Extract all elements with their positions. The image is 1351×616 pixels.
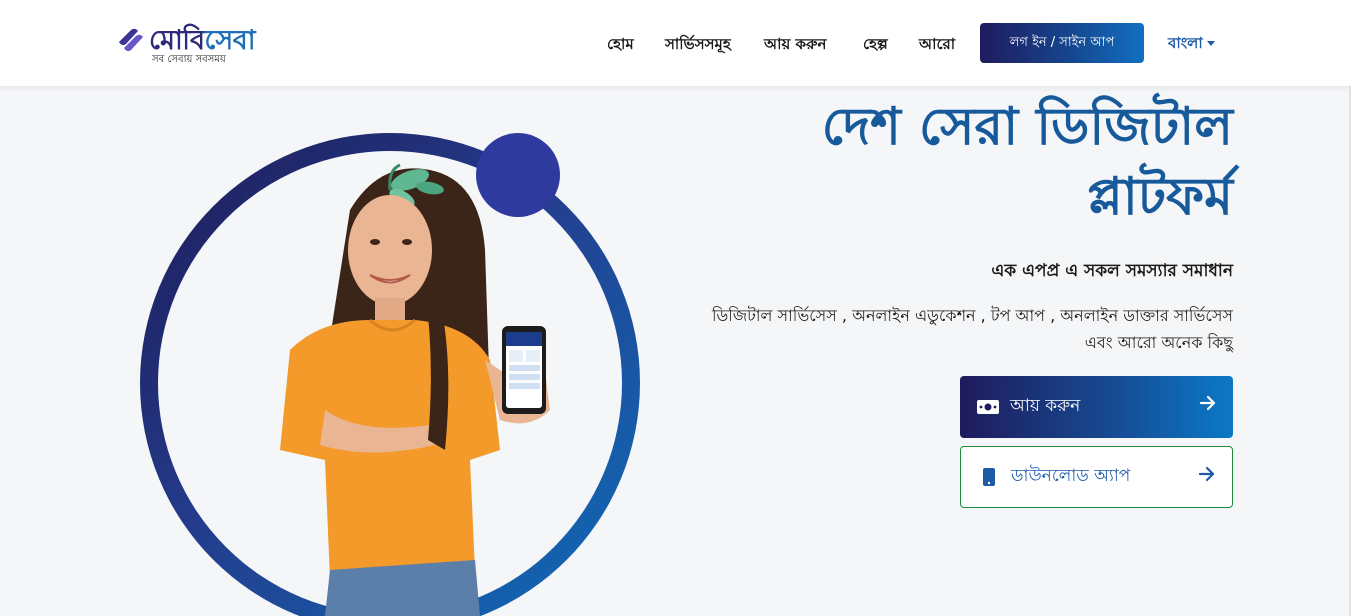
logo-mark-icon <box>119 28 143 52</box>
hero-description-line2: এবং আরো অনেক কিছু <box>1084 333 1233 352</box>
download-app-button[interactable]: ডাউনলোড অ্যাপ <box>960 446 1233 508</box>
language-label: বাংলা <box>1168 34 1203 52</box>
nav-item-earn[interactable]: আয় করুন <box>764 33 827 58</box>
nav-item-services[interactable]: সার্ভিসসমূহ <box>665 33 731 58</box>
site-logo[interactable]: মোবিসেবা সব সেবায় সবসময় <box>116 18 256 68</box>
top-navbar: মোবিসেবা সব সেবায় সবসময় হোম সার্ভিসসমূ… <box>0 0 1351 86</box>
hero-description: ডিজিটাল সার্ভিসেস , অনলাইন এডুকেশন , টপ … <box>700 302 1233 356</box>
earn-button[interactable]: আয় করুন <box>960 376 1233 438</box>
money-icon <box>976 395 1000 419</box>
login-signup-button[interactable]: লগ ইন / সাইন আপ <box>980 23 1144 63</box>
mobile-phone-icon <box>977 465 1001 489</box>
hero-subtitle: এক এপপ্র এ সকল সমস্যার সমাধান <box>991 261 1233 281</box>
hero-title-line2: প্লাটফর্ম <box>1087 167 1233 227</box>
language-selector[interactable]: বাংলা <box>1168 32 1215 57</box>
nav-item-home[interactable]: হোম <box>607 33 634 58</box>
chevron-down-icon <box>1206 41 1215 46</box>
hero-title: দেশ সেরা ডিজিটাল প্লাটফর্ম <box>760 92 1233 232</box>
arrow-right-icon <box>1199 395 1216 411</box>
download-app-button-label: ডাউনলোড অ্যাপ <box>1011 466 1131 486</box>
logo-tagline: সব সেবায় সবসময় <box>152 54 226 65</box>
nav-item-help[interactable]: হেল্প <box>863 33 888 58</box>
nav-item-more[interactable]: আরো <box>919 33 955 58</box>
hero-person-illustration <box>280 163 550 616</box>
hero-title-line1: দেশ সেরা ডিজিটাল <box>821 97 1233 157</box>
arrow-right-icon <box>1198 466 1215 482</box>
hero-description-line1: ডিজিটাল সার্ভিসেস , অনলাইন এডুকেশন , টপ … <box>711 306 1233 325</box>
earn-button-label: আয় করুন <box>1010 396 1081 416</box>
